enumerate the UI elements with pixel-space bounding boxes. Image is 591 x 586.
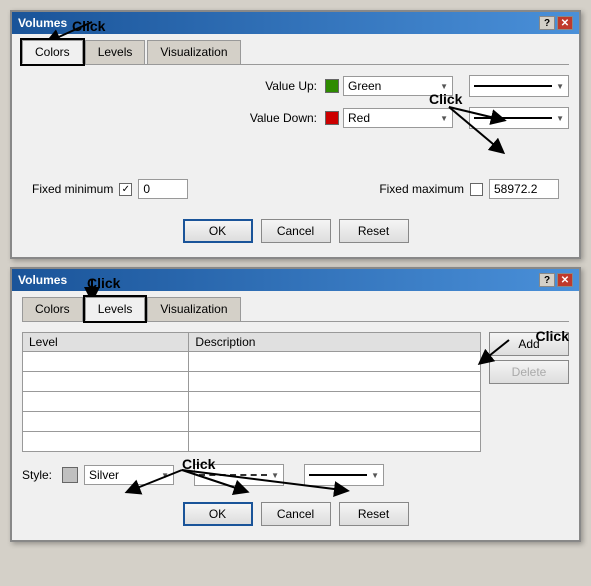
levels-right-buttons: Add Delete <box>489 332 569 458</box>
style-line-solid2 <box>309 474 367 476</box>
bottom-tabs-container: Click Colors Levels Visualization <box>22 297 569 322</box>
bottom-dialog-content: Click Colors Levels Visualization Click <box>12 291 579 540</box>
top-cancel-button[interactable]: Cancel <box>261 219 331 243</box>
click-lines-area: Click <box>22 139 569 179</box>
help-button[interactable]: ? <box>539 16 555 30</box>
bottom-reset-button[interactable]: Reset <box>339 502 409 526</box>
click-annotation-colors: Click <box>72 18 105 34</box>
style-color-label: Silver <box>89 468 119 482</box>
bottom-tabs: Colors Levels Visualization <box>22 297 569 322</box>
bottom-titlebar-buttons: ? ✕ <box>539 273 573 287</box>
style-row: Style: Silver ▼ ▼ ▼ <box>22 464 569 486</box>
value-down-color-dot <box>325 111 339 125</box>
tab-visualization-top[interactable]: Visualization <box>147 40 240 64</box>
tab-levels-top[interactable]: Levels <box>85 40 146 64</box>
levels-content: Click Level Description <box>22 332 569 458</box>
fixed-minmax-row: Fixed minimum ✓ Fixed maximum <box>22 179 569 199</box>
tab-visualization-bottom[interactable]: Visualization <box>147 297 240 321</box>
style-line-arrow1: ▼ <box>271 471 279 480</box>
style-dropdown-arrow: ▼ <box>161 471 169 480</box>
top-dialog-content: Click Colors Levels Visualization Value … <box>12 34 579 257</box>
table-row <box>23 412 481 432</box>
levels-table: Level Description <box>22 332 481 452</box>
value-up-label: Value Up: <box>237 79 317 93</box>
svg-text:Click: Click <box>429 91 463 107</box>
top-tabs: Colors Levels Visualization <box>22 40 569 65</box>
line-preview-solid <box>474 85 552 87</box>
top-titlebar-buttons: ? ✕ <box>539 16 573 30</box>
top-reset-button[interactable]: Reset <box>339 219 409 243</box>
col-level: Level <box>23 333 189 352</box>
bottom-help-button[interactable]: ? <box>539 273 555 287</box>
tab-levels-bottom[interactable]: Levels <box>85 297 146 321</box>
close-button[interactable]: ✕ <box>557 16 573 30</box>
fixed-min-group: Fixed minimum ✓ <box>32 179 188 199</box>
top-ok-button[interactable]: OK <box>183 219 253 243</box>
style-line-dash <box>199 474 267 476</box>
style-line-select2[interactable]: ▼ <box>304 464 384 486</box>
click-annotation-levels: Click <box>87 275 120 291</box>
style-line-arrow2: ▼ <box>371 471 379 480</box>
levels-table-container: Level Description <box>22 332 481 458</box>
fixed-min-checkbox[interactable]: ✓ <box>119 183 132 196</box>
check-icon: ✓ <box>122 184 130 195</box>
tab-colors-bottom[interactable]: Colors <box>22 297 83 321</box>
bottom-button-row: OK Cancel Reset <box>22 496 569 530</box>
style-color-swatch <box>62 467 78 483</box>
table-row <box>23 352 481 372</box>
value-down-color-label: Red <box>348 111 370 125</box>
click-annotation-add: Click <box>536 328 569 344</box>
delete-button[interactable]: Delete <box>489 360 569 384</box>
fixed-min-input[interactable] <box>138 179 188 199</box>
table-row <box>23 372 481 392</box>
fixed-max-group: Fixed maximum <box>379 179 559 199</box>
click-annotation-style: Click <box>182 456 215 472</box>
bottom-dialog-title: Volumes <box>18 273 67 287</box>
value-up-color-dot <box>325 79 339 93</box>
bottom-dialog: Volumes ? ✕ Click Colors Levels Visualiz… <box>10 267 581 542</box>
col-description: Description <box>189 333 481 352</box>
tab-colors-top[interactable]: Colors <box>22 40 83 64</box>
levels-area: Level Description <box>22 332 569 458</box>
fixed-max-checkbox[interactable] <box>470 183 483 196</box>
top-tabs-container: Click Colors Levels Visualization <box>22 40 569 65</box>
style-section: Click Style: <box>22 464 569 486</box>
top-dialog-title: Volumes <box>18 16 67 30</box>
bottom-cancel-button[interactable]: Cancel <box>261 502 331 526</box>
top-dialog: Volumes ? ✕ Click Colors Levels Vis <box>10 10 581 259</box>
bottom-close-button[interactable]: ✕ <box>557 273 573 287</box>
value-down-label: Value Down: <box>237 111 317 125</box>
click-lines-arrow-svg: Click <box>369 89 569 169</box>
table-row <box>23 392 481 412</box>
table-row <box>23 432 481 452</box>
style-label: Style: <box>22 468 52 482</box>
fixed-max-input[interactable] <box>489 179 559 199</box>
style-color-select[interactable]: Silver ▼ <box>84 465 174 485</box>
top-button-row: OK Cancel Reset <box>22 213 569 247</box>
fixed-min-label: Fixed minimum <box>32 182 113 196</box>
fixed-max-label: Fixed maximum <box>379 182 464 196</box>
bottom-ok-button[interactable]: OK <box>183 502 253 526</box>
